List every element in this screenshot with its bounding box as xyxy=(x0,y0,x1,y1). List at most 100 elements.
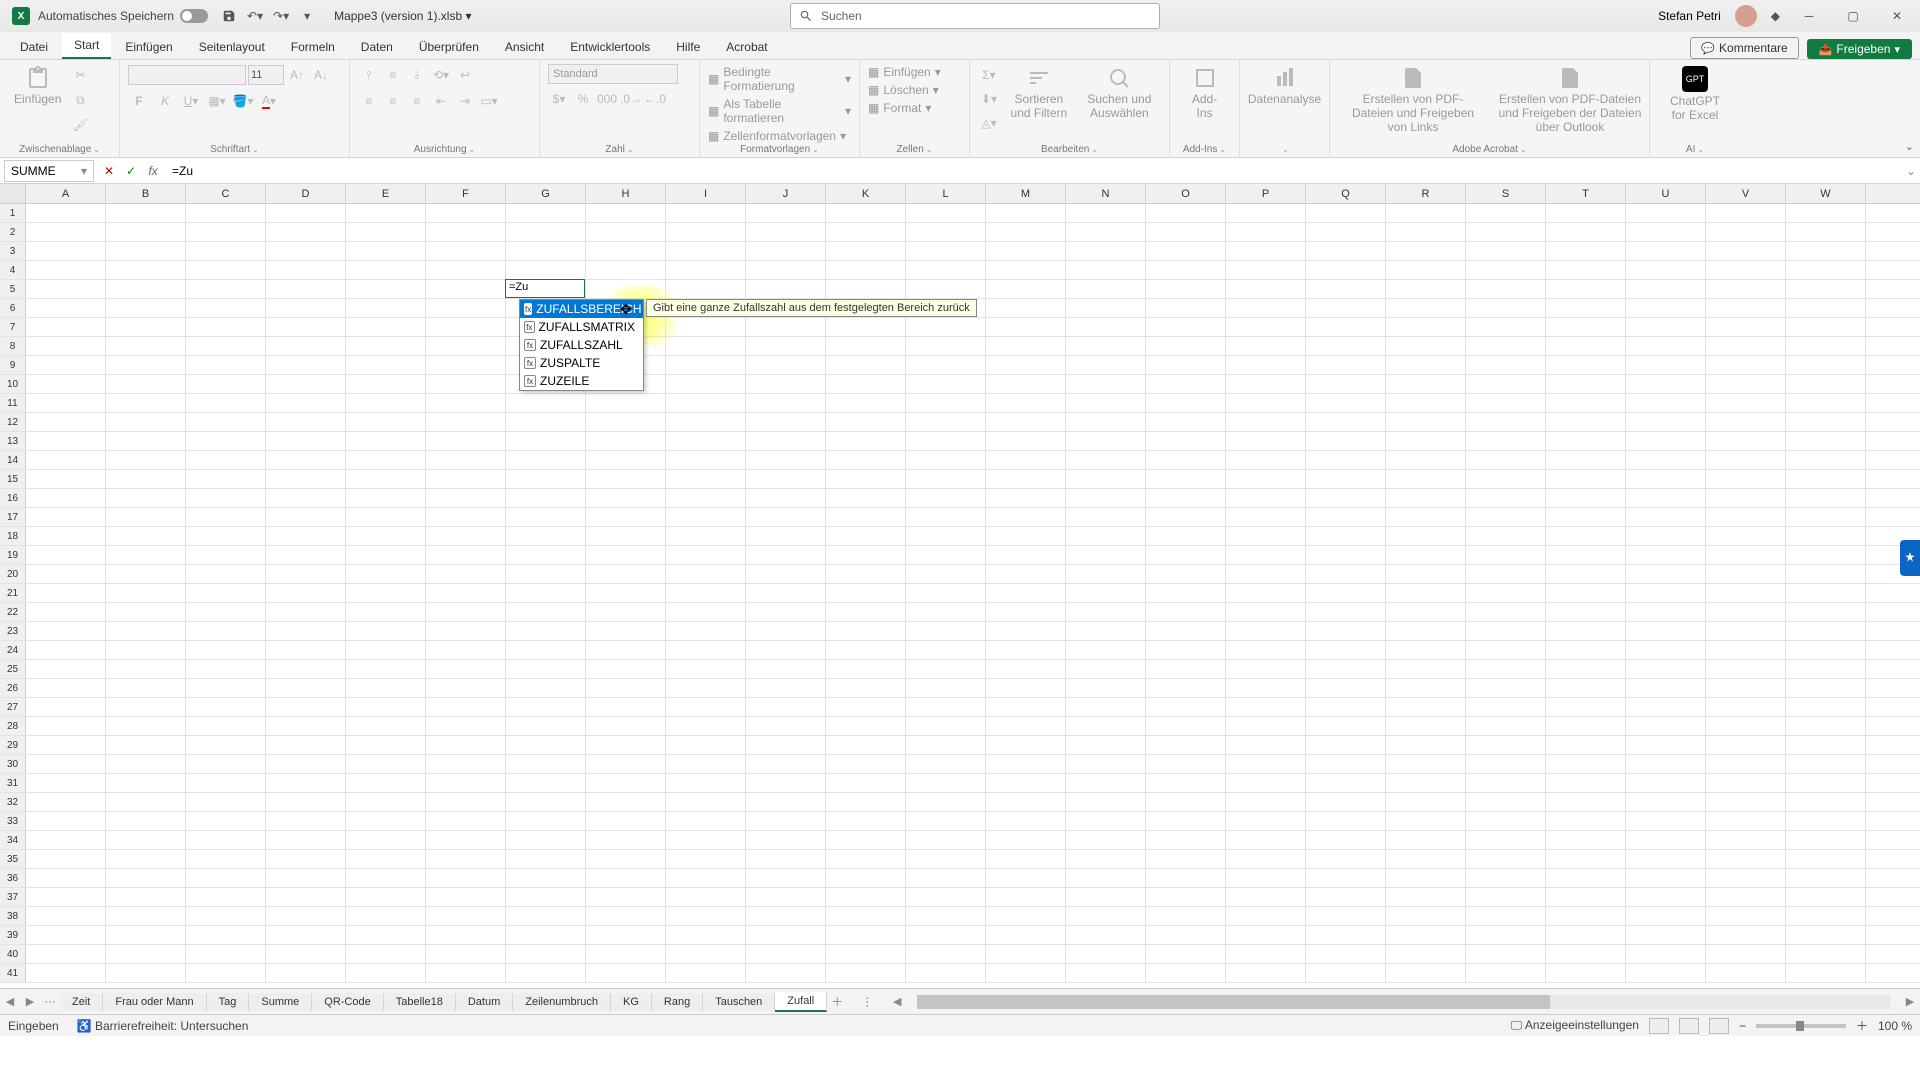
grid-cell[interactable] xyxy=(1706,869,1786,887)
search-box[interactable]: Suchen xyxy=(790,3,1160,29)
grid-cell[interactable] xyxy=(346,432,426,450)
grid-cell[interactable] xyxy=(906,622,986,640)
grid-row[interactable]: 5 xyxy=(0,280,1920,299)
bold-icon[interactable]: F xyxy=(128,90,150,112)
grid-cell[interactable] xyxy=(26,755,106,773)
grid-cell[interactable] xyxy=(346,375,426,393)
grid-row[interactable]: 19 xyxy=(0,546,1920,565)
grid-cell[interactable] xyxy=(1226,755,1306,773)
grid-cell[interactable] xyxy=(826,793,906,811)
grid-cell[interactable] xyxy=(586,679,666,697)
autosave-toggle[interactable]: Automatisches Speichern xyxy=(38,9,208,23)
grid-cell[interactable] xyxy=(1546,337,1626,355)
row-header[interactable]: 10 xyxy=(0,375,26,393)
grid-cell[interactable] xyxy=(1786,926,1866,944)
grid-cell[interactable] xyxy=(826,603,906,621)
grid-cell[interactable] xyxy=(1306,888,1386,906)
row-header[interactable]: 12 xyxy=(0,413,26,431)
grid-cell[interactable] xyxy=(1146,356,1226,374)
grid-cell[interactable] xyxy=(666,375,746,393)
grid-cell[interactable] xyxy=(1066,660,1146,678)
grid-cell[interactable] xyxy=(986,356,1066,374)
grid-cell[interactable] xyxy=(346,489,426,507)
grid-cell[interactable] xyxy=(266,299,346,317)
row-header[interactable]: 21 xyxy=(0,584,26,602)
comments-button[interactable]: 💬 Kommentare xyxy=(1690,37,1798,59)
grid-cell[interactable] xyxy=(426,812,506,830)
grid-cell[interactable] xyxy=(1386,470,1466,488)
grid-cell[interactable] xyxy=(746,679,826,697)
grid-cell[interactable] xyxy=(426,527,506,545)
grid-cell[interactable] xyxy=(426,375,506,393)
grid-cell[interactable] xyxy=(106,356,186,374)
grid-cell[interactable] xyxy=(1466,337,1546,355)
grid-cell[interactable] xyxy=(826,964,906,982)
grid-cell[interactable] xyxy=(186,850,266,868)
grid-cell[interactable] xyxy=(1386,242,1466,260)
grid-cell[interactable] xyxy=(106,793,186,811)
grid-cell[interactable] xyxy=(1386,223,1466,241)
grid-cell[interactable] xyxy=(986,641,1066,659)
grid-cell[interactable] xyxy=(1306,223,1386,241)
grid-cell[interactable] xyxy=(26,261,106,279)
grid-cell[interactable] xyxy=(986,660,1066,678)
grid-cell[interactable] xyxy=(1306,375,1386,393)
grid-cell[interactable] xyxy=(1706,394,1786,412)
row-header[interactable]: 28 xyxy=(0,717,26,735)
grid-row[interactable]: 11 xyxy=(0,394,1920,413)
grid-cell[interactable] xyxy=(586,413,666,431)
name-box[interactable]: SUMME▾ xyxy=(4,160,94,182)
grid-cell[interactable] xyxy=(426,584,506,602)
grid-cell[interactable] xyxy=(1066,337,1146,355)
tab-start[interactable]: Start xyxy=(62,33,111,59)
minimize-icon[interactable]: ─ xyxy=(1794,6,1824,26)
grid-cell[interactable] xyxy=(1706,508,1786,526)
grid-cell[interactable] xyxy=(666,964,746,982)
font-color-icon[interactable]: A▾ xyxy=(258,90,280,112)
grid-cell[interactable] xyxy=(1706,280,1786,298)
grid-cell[interactable] xyxy=(586,565,666,583)
grid-cell[interactable] xyxy=(586,888,666,906)
grid-cell[interactable] xyxy=(1066,926,1146,944)
grid-cell[interactable] xyxy=(986,698,1066,716)
grid-cell[interactable] xyxy=(266,337,346,355)
view-normal-icon[interactable] xyxy=(1649,1018,1669,1034)
grid-cell[interactable] xyxy=(1066,869,1146,887)
grid-cell[interactable] xyxy=(506,223,586,241)
sheet-tab[interactable]: Datum xyxy=(456,993,513,1011)
row-header[interactable]: 41 xyxy=(0,964,26,982)
grid-cell[interactable] xyxy=(1066,717,1146,735)
grid-cell[interactable] xyxy=(986,546,1066,564)
grid-cell[interactable] xyxy=(586,223,666,241)
grid-cell[interactable] xyxy=(1146,299,1226,317)
grid-cell[interactable] xyxy=(826,679,906,697)
row-header[interactable]: 31 xyxy=(0,774,26,792)
grid-cell[interactable] xyxy=(826,242,906,260)
grid-cell[interactable] xyxy=(826,850,906,868)
grid-cell[interactable] xyxy=(1706,698,1786,716)
grid-cell[interactable] xyxy=(186,888,266,906)
grid-cell[interactable] xyxy=(26,489,106,507)
grid-cell[interactable] xyxy=(1386,584,1466,602)
grid-cell[interactable] xyxy=(1466,261,1546,279)
grid-cell[interactable] xyxy=(1386,413,1466,431)
grid-cell[interactable] xyxy=(1386,622,1466,640)
grid-row[interactable]: 41 xyxy=(0,964,1920,983)
grid-cell[interactable] xyxy=(266,869,346,887)
grid-cell[interactable] xyxy=(746,869,826,887)
grid-cell[interactable] xyxy=(106,527,186,545)
grid-cell[interactable] xyxy=(266,793,346,811)
grid-cell[interactable] xyxy=(266,850,346,868)
grid-cell[interactable] xyxy=(1626,451,1706,469)
grid-cell[interactable] xyxy=(1466,204,1546,222)
grid-cell[interactable] xyxy=(506,204,586,222)
grid-cell[interactable] xyxy=(186,793,266,811)
grid-cell[interactable] xyxy=(986,679,1066,697)
grid-cell[interactable] xyxy=(1306,204,1386,222)
grid-cell[interactable] xyxy=(826,432,906,450)
grid-cell[interactable] xyxy=(1626,641,1706,659)
grid-cell[interactable] xyxy=(826,261,906,279)
grid-row[interactable]: 30 xyxy=(0,755,1920,774)
undo-icon[interactable]: ↶▾ xyxy=(246,7,264,25)
grid-cell[interactable] xyxy=(1386,736,1466,754)
